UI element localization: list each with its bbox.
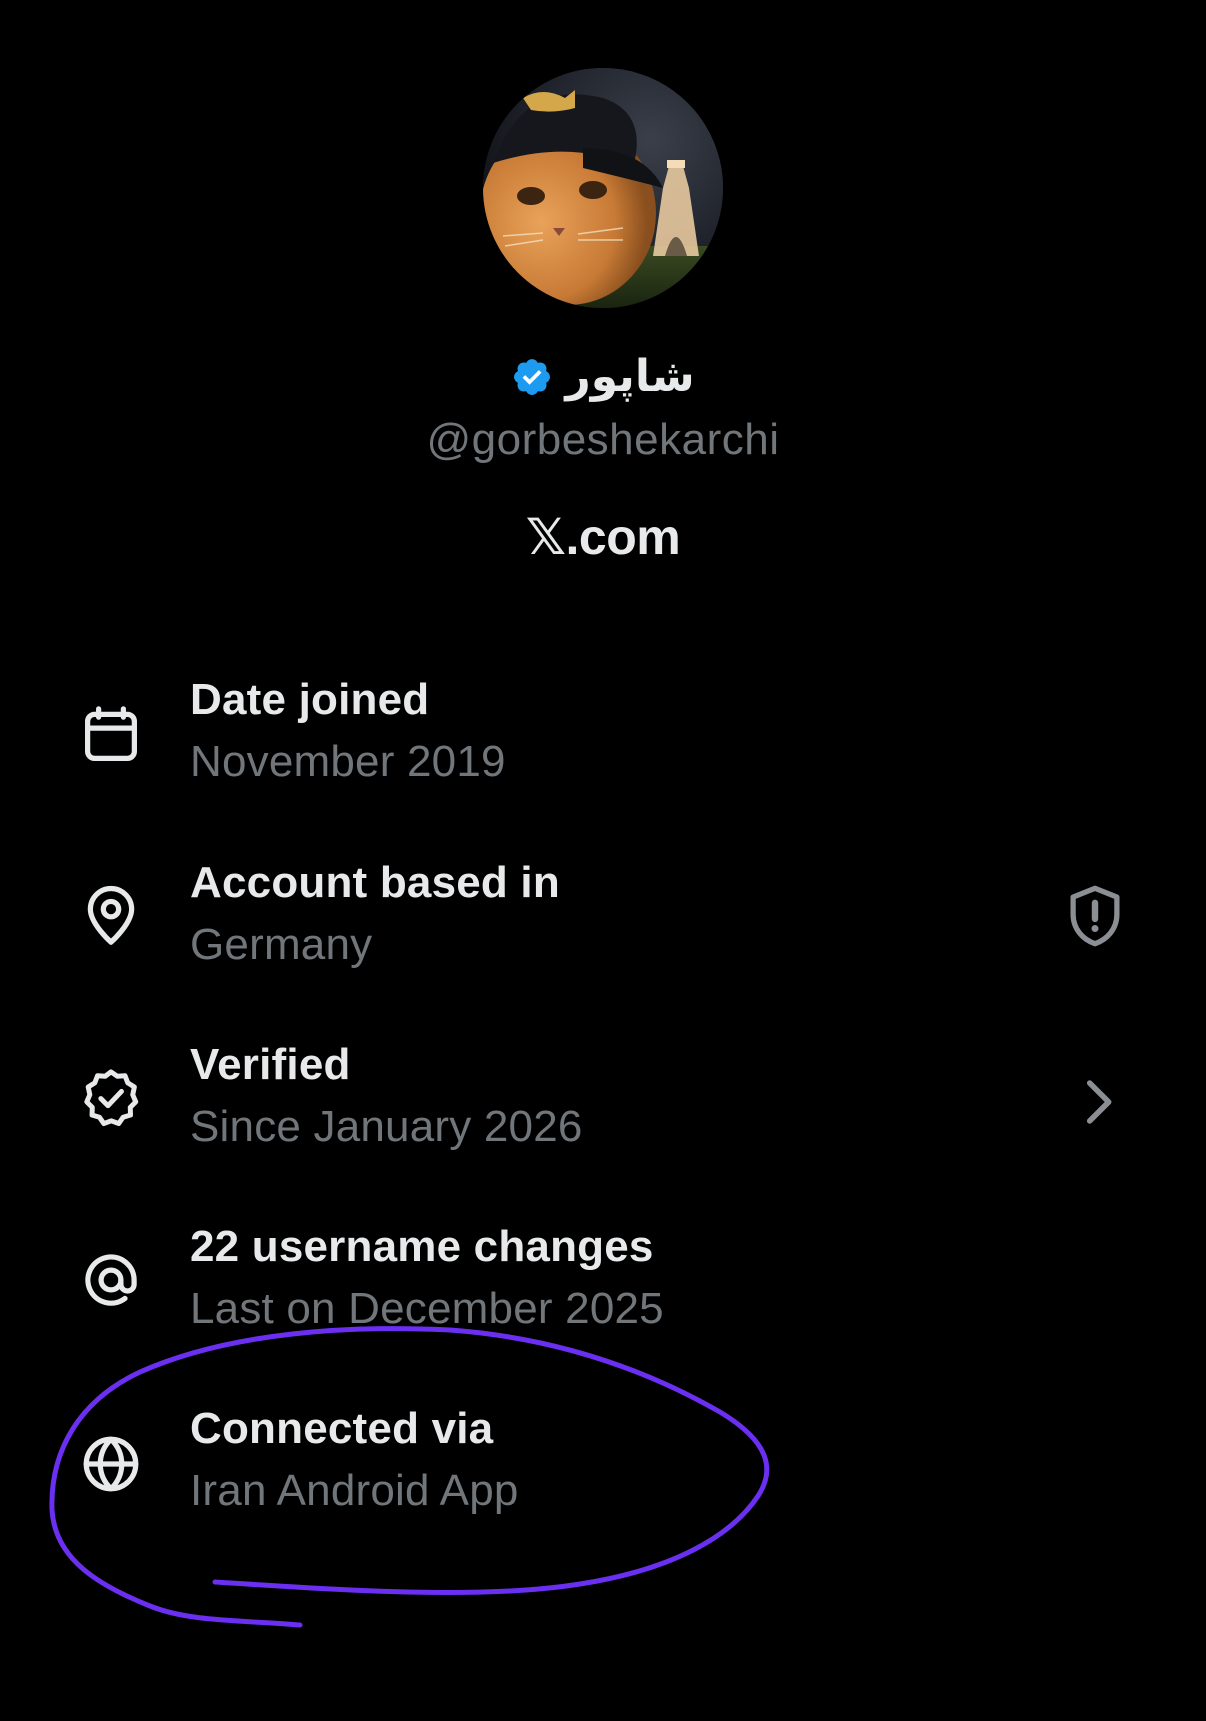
info-row-title: Account based in	[190, 858, 560, 907]
globe-icon	[78, 1431, 144, 1497]
display-name: شاپور	[565, 351, 695, 402]
info-row-title: 22 username changes	[190, 1222, 654, 1271]
chevron-right-icon[interactable]	[1062, 1067, 1132, 1137]
info-row-username-changes: 22 username changes Last on December 202…	[0, 1219, 1206, 1369]
info-row-connected-via: Connected via Iran Android App	[0, 1401, 1206, 1551]
verified-badge-icon	[78, 1065, 144, 1131]
at-sign-icon	[78, 1247, 144, 1313]
profile-about-page: شاپور @gorbeshekarchi 𝕏.com Date joined …	[0, 0, 1206, 1721]
info-row-subtitle: November 2019	[190, 737, 506, 786]
info-row-subtitle: Iran Android App	[190, 1466, 519, 1515]
info-row-subtitle: Since January 2026	[190, 1102, 583, 1151]
shield-alert-icon[interactable]	[1060, 881, 1130, 951]
info-row-subtitle: Germany	[190, 920, 373, 969]
info-row-date-joined: Date joined November 2019	[0, 672, 1206, 822]
avatar[interactable]	[483, 68, 723, 308]
info-row-subtitle: Last on December 2025	[190, 1284, 664, 1333]
info-row-title: Date joined	[190, 675, 430, 724]
info-row-account-based-in[interactable]: Account based in Germany	[0, 855, 1206, 1005]
location-pin-icon	[78, 883, 144, 949]
username-handle: @gorbeshekarchi	[426, 415, 780, 464]
calendar-icon	[78, 702, 144, 768]
info-row-title: Connected via	[190, 1404, 494, 1453]
site-label: 𝕏.com	[525, 509, 681, 565]
info-row-verified[interactable]: Verified Since January 2026	[0, 1037, 1206, 1187]
verified-checkmark-icon[interactable]	[511, 356, 553, 398]
info-row-title: Verified	[190, 1040, 351, 1089]
display-name-row: شاپور	[0, 345, 1206, 409]
